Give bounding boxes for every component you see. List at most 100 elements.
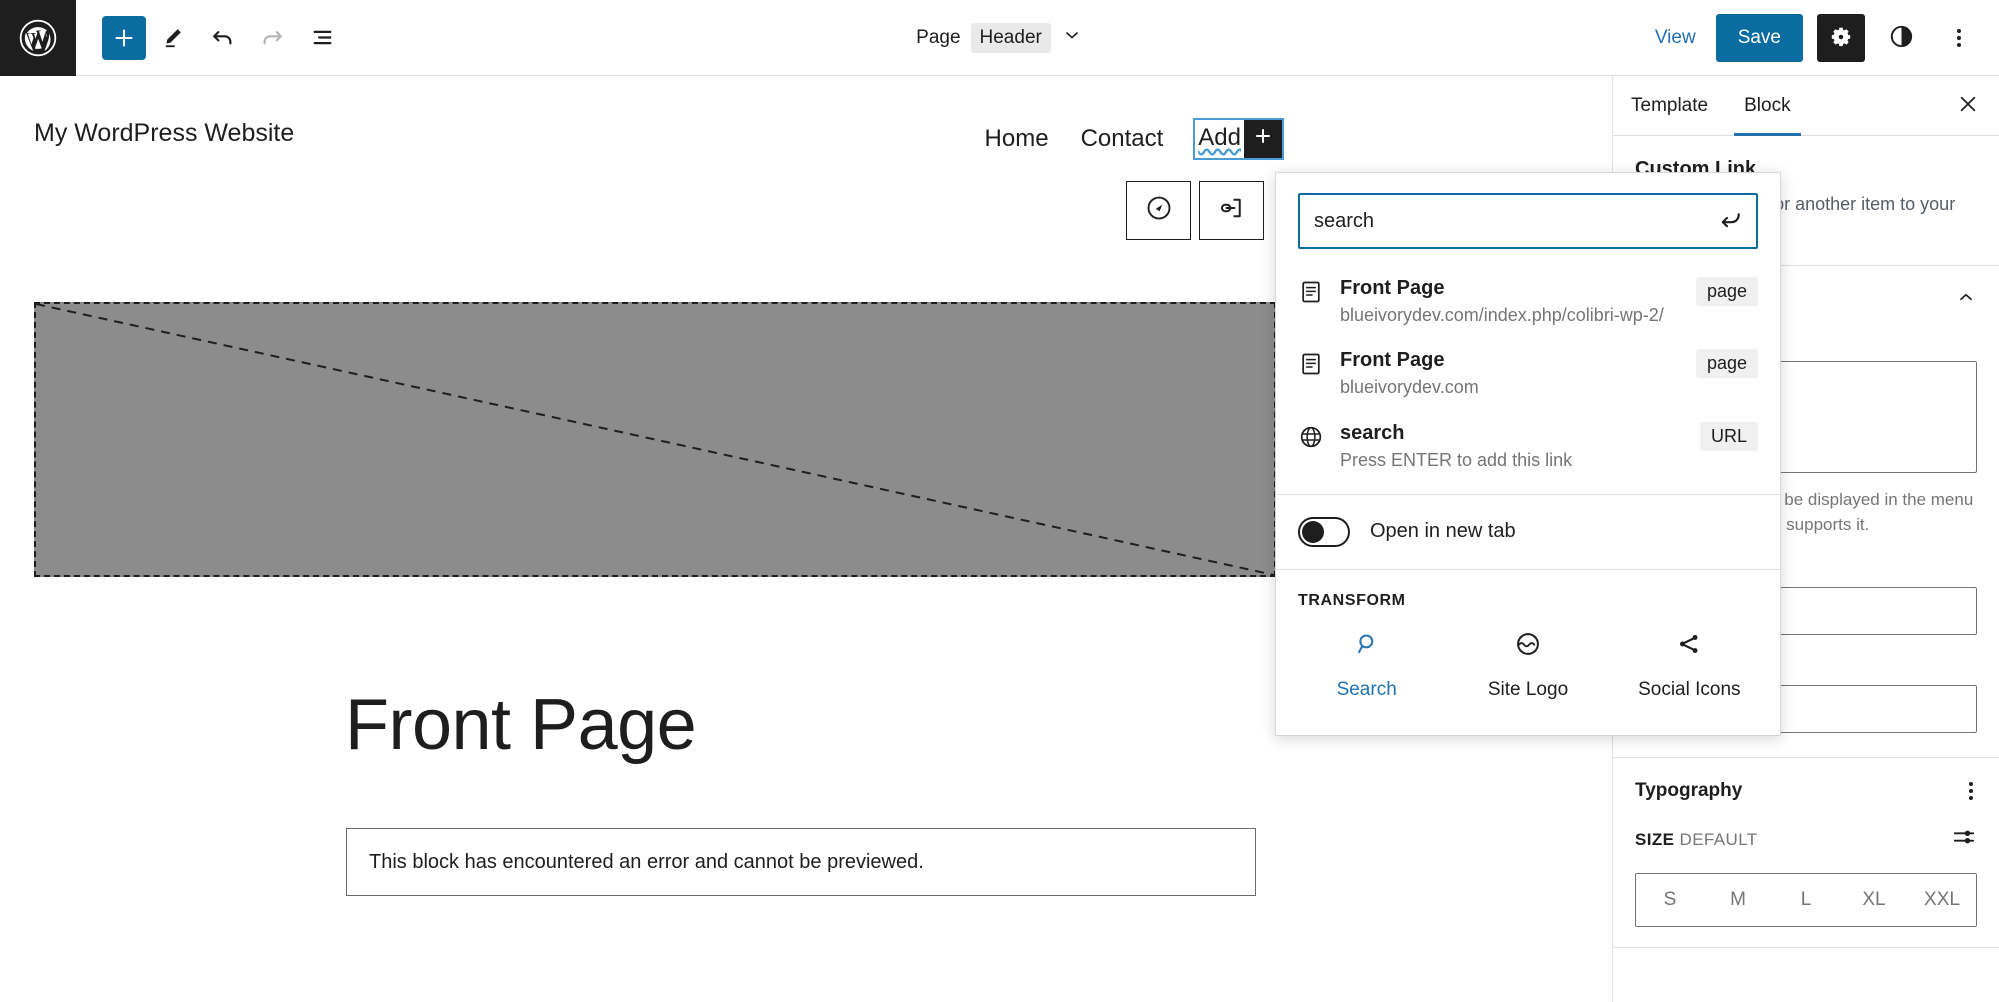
redo-arrow-icon [259,24,286,51]
image-placeholder-block[interactable] [34,302,1276,577]
link-result-title: Front Page [1340,349,1445,372]
link-search-row [1276,173,1780,265]
open-in-new-tab-toggle[interactable]: Open in new tab [1276,495,1780,569]
globe-icon [1298,420,1324,455]
toggle-knob [1302,520,1324,543]
chevron-down-icon [1061,24,1083,52]
link-result-text: Front Page blueivorydev.com [1340,347,1670,399]
page-document-icon [1298,275,1324,310]
document-title-dropdown[interactable]: Page Header [916,23,1083,53]
nav-item-new-link-label[interactable]: Add [1195,123,1244,155]
block-error-notice: This block has encountered an error and … [346,828,1256,896]
page-title-heading[interactable]: Front Page [345,684,697,766]
pencil-icon [159,25,185,51]
document-name-chip: Header [970,23,1051,53]
nav-item-home[interactable]: Home [985,125,1049,153]
link-result-text: Front Page blueivorydev.com/index.php/co… [1340,275,1670,327]
font-size-option-m[interactable]: M [1704,874,1772,926]
font-size-value-text: DEFAULT [1679,829,1758,849]
placeholder-diagonal-line [36,304,1274,575]
undo-arrow-icon [209,24,236,51]
edit-tool-button[interactable] [148,14,196,62]
search-magnifier-icon [1353,630,1381,663]
nav-item-contact[interactable]: Contact [1081,125,1164,153]
site-title[interactable]: My WordPress Website [34,119,294,148]
contrast-half-circle-icon [1888,23,1915,53]
social-share-icon [1675,630,1703,663]
plus-icon [112,26,136,50]
link-result-subtitle: Press ENTER to add this link [1340,449,1573,470]
undo-button[interactable] [198,14,246,62]
tab-template[interactable]: Template [1613,76,1726,135]
site-logo-icon [1514,630,1542,663]
link-result-subtitle: blueivorydev.com/index.php/colibri-wp-2/ [1340,305,1664,325]
vertical-dots-icon [1953,25,1965,51]
list-view-button[interactable] [298,14,346,62]
link-search-popover: Front Page blueivorydev.com/index.php/co… [1275,172,1781,736]
vertical-dots-icon[interactable] [1965,778,1977,804]
plus-icon [1253,125,1273,153]
transform-section-label: TRANSFORM [1298,591,1406,609]
close-sidebar-button[interactable] [1947,85,1989,127]
link-result-item[interactable]: Front Page blueivorydev.com/index.php/co… [1276,265,1780,337]
typography-panel-header[interactable]: Typography [1613,758,1999,810]
typography-panel: Typography SIZE DEFAULT S M L XL XXL [1613,758,1999,949]
link-result-title: search [1340,421,1405,444]
link-button[interactable] [1199,181,1264,240]
close-x-icon [1956,92,1980,119]
link-result-title: Front Page [1340,277,1445,299]
transform-option-social-icons[interactable]: Social Icons [1609,622,1770,709]
navigation-block-icon-button[interactable] [1126,181,1191,240]
nav-item-new-link[interactable]: Add [1193,118,1284,160]
top-bar-tools [76,14,346,62]
transform-options-grid: Search Site Logo Social Icons [1276,618,1780,735]
link-in-box-icon [1217,193,1247,228]
add-block-button[interactable] [102,15,146,60]
typography-panel-title: Typography [1635,780,1743,802]
link-result-badge: URL [1699,421,1758,451]
enter-arrow-icon[interactable] [1714,205,1746,237]
font-size-option-l[interactable]: L [1772,874,1840,926]
transform-option-social-icons-label: Social Icons [1638,678,1741,700]
toggle-switch[interactable] [1298,516,1350,547]
transform-option-search[interactable]: Search [1286,622,1447,709]
font-size-label: SIZE DEFAULT [1635,830,1758,850]
font-size-option-xl[interactable]: XL [1840,874,1908,926]
sliders-icon[interactable] [1951,824,1977,855]
open-in-new-tab-label: Open in new tab [1370,520,1516,543]
redo-button[interactable] [248,14,296,62]
wordpress-logo-icon [18,18,58,58]
document-type-label: Page [916,27,961,48]
tab-block[interactable]: Block [1726,76,1808,136]
settings-toggle-button[interactable] [1817,14,1865,62]
save-button[interactable]: Save [1715,14,1803,62]
transform-option-site-logo-label: Site Logo [1487,678,1569,700]
font-size-label-text: SIZE [1635,829,1675,849]
font-size-option-xxl[interactable]: XXL [1908,874,1976,926]
wordpress-logo-button[interactable] [0,0,76,76]
font-size-toggle-group: S M L XL XXL [1635,873,1977,928]
link-result-item[interactable]: search Press ENTER to add this link URL [1276,410,1780,482]
font-size-row: SIZE DEFAULT [1613,810,1999,865]
more-options-button[interactable] [1937,16,1981,60]
transform-option-search-label: Search [1336,678,1397,700]
link-search-field[interactable] [1298,193,1758,249]
link-search-input[interactable] [1300,195,1756,247]
gear-icon [1828,24,1854,53]
font-size-option-s[interactable]: S [1636,874,1704,926]
transform-option-site-logo[interactable]: Site Logo [1447,622,1608,709]
tab-template-label: Template [1631,94,1709,116]
link-result-badge: page [1695,349,1758,379]
block-error-message: This block has encountered an error and … [369,850,924,873]
nav-item-add-plus-button[interactable] [1244,120,1282,158]
page-document-icon [1298,347,1324,382]
navigation-block: Home Contact Add [985,118,1284,160]
editor-top-bar: Page Header View Save [0,0,1999,76]
link-result-badge: page [1695,277,1758,306]
chevron-up-icon [1955,286,1977,313]
view-link[interactable]: View [1649,23,1702,53]
styles-toggle-button[interactable] [1879,16,1923,60]
compass-icon [1144,193,1174,228]
tab-block-label: Block [1744,94,1791,116]
link-result-item[interactable]: Front Page blueivorydev.com page [1276,337,1780,409]
